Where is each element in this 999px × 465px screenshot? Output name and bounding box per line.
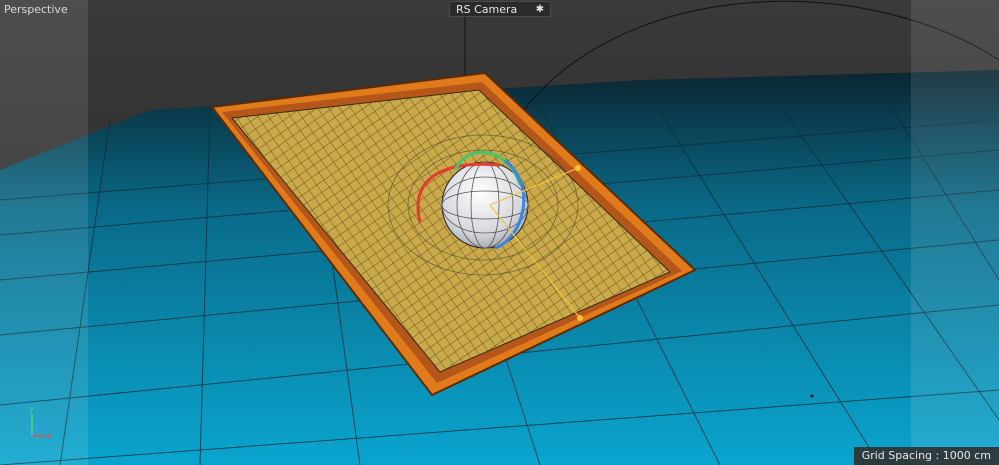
safe-frame-left [0,0,88,465]
handle-point[interactable] [575,165,581,171]
handle-point[interactable] [577,315,583,321]
camera-label: RS Camera [456,3,518,16]
scene-dot [810,394,814,398]
viewport-label[interactable]: Perspective [4,3,68,16]
camera-icon[interactable]: ✱ [536,2,544,18]
scene-canvas[interactable] [0,0,999,465]
axis-indicator: y x z [26,404,56,440]
axis-z-label: z [42,422,47,431]
safe-frame-right [911,0,999,465]
axis-x-label: x [47,431,52,440]
camera-selector[interactable]: RS Camera ✱ [449,1,551,17]
axis-y-label: y [29,404,34,413]
grid-spacing-readout: Grid Spacing : 1000 cm [853,447,999,465]
perspective-viewport[interactable]: Perspective RS Camera ✱ y x z Grid Spaci… [0,0,999,465]
